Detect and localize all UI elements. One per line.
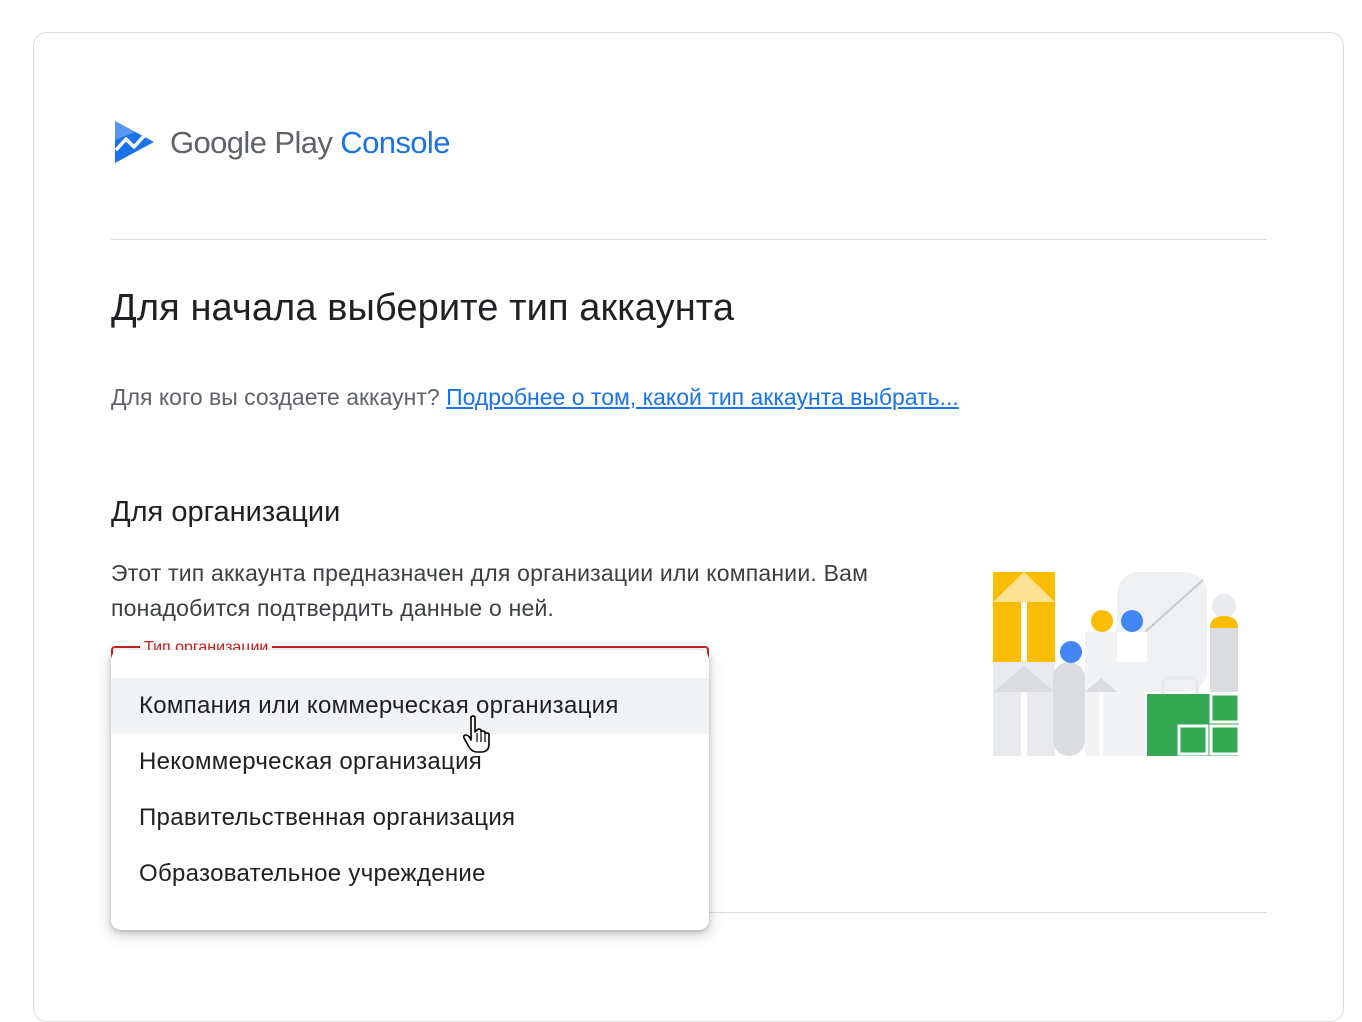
account-type-help-link[interactable]: Подробнее о том, какой тип аккаунта выбр… [446,384,959,410]
organization-description: Этот тип аккаунта предназначен для орган… [111,560,869,621]
play-console-icon [115,121,154,163]
option-company[interactable]: Компания или коммерческая организация [111,678,709,734]
page-title: Для начала выберите тип аккаунта [111,287,735,329]
hand-pointer-cursor-icon [462,715,490,753]
logo-console-text: Console [340,124,450,160]
organization-type-dropdown: Компания или коммерческая организация Не… [111,650,709,930]
intro-question: Для кого вы создаете аккаунт? [111,384,440,410]
organization-section-title: Для организации [111,496,341,528]
logo-google-play-text: Google Play [170,124,333,160]
organization-type-label: Тип организации [140,637,273,651]
logo-wordmark: Google Play Console [170,127,450,158]
option-nonprofit[interactable]: Некоммерческая организация [111,734,709,790]
intro-text: Для кого вы создаете аккаунт? Подробнее … [111,384,959,411]
play-console-logo[interactable]: Google Play Console [112,116,450,168]
header-divider [111,239,1267,240]
option-education[interactable]: Образовательное учреждение [111,846,709,902]
option-government[interactable]: Правительственная организация [111,790,709,846]
organization-illustration [993,572,1241,756]
